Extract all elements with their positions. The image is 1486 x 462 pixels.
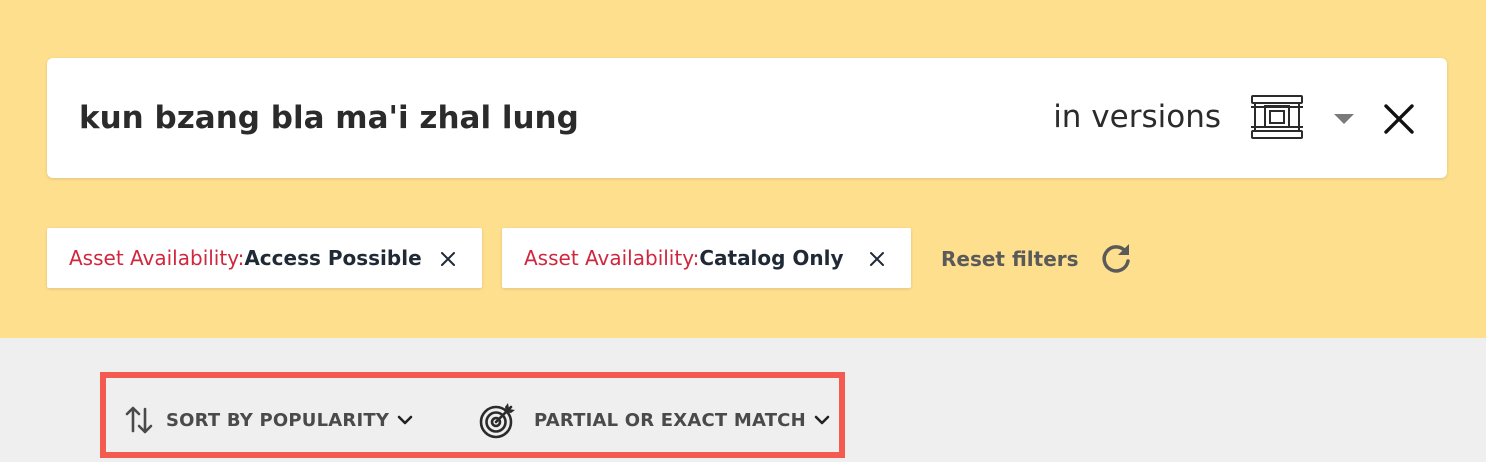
search-scope-label: in versions (1053, 99, 1221, 135)
sort-arrows-icon (125, 406, 153, 434)
reset-filters-label: Reset filters (941, 247, 1079, 271)
versions-icon[interactable] (1248, 94, 1306, 140)
chevron-down-icon (814, 415, 830, 425)
reset-filters-button[interactable]: Reset filters (941, 240, 1133, 278)
match-type-dropdown[interactable]: PARTIAL OR EXACT MATCH (478, 400, 830, 440)
filter-chip-key: Asset Availability: (524, 246, 700, 270)
sort-match-controls: SORT BY POPULARITY PARTIAL OR EXACT MATC… (100, 372, 845, 458)
filter-chip-access-possible: Asset Availability: Access Possible (47, 228, 482, 288)
refresh-icon (1102, 244, 1130, 273)
remove-filter-icon[interactable] (440, 251, 456, 267)
target-icon (479, 403, 515, 439)
caret-down-icon[interactable] (1334, 113, 1354, 125)
sort-label: SORT BY POPULARITY (166, 409, 390, 431)
remove-filter-icon[interactable] (869, 251, 885, 267)
clear-search-button[interactable] (1382, 102, 1416, 136)
chevron-down-icon (397, 415, 413, 425)
search-input[interactable] (79, 94, 979, 142)
search-area: in versions Asset Availability: Access P… (0, 0, 1486, 338)
filter-chip-catalog-only: Asset Availability: Catalog Only (502, 228, 911, 288)
filter-chip-value: Catalog Only (699, 246, 844, 270)
search-bar: in versions (47, 58, 1447, 178)
match-label: PARTIAL OR EXACT MATCH (534, 409, 806, 431)
filter-chip-key: Asset Availability: (69, 246, 245, 270)
filter-chip-value: Access Possible (244, 246, 422, 270)
sort-by-dropdown[interactable]: SORT BY POPULARITY (124, 400, 413, 440)
